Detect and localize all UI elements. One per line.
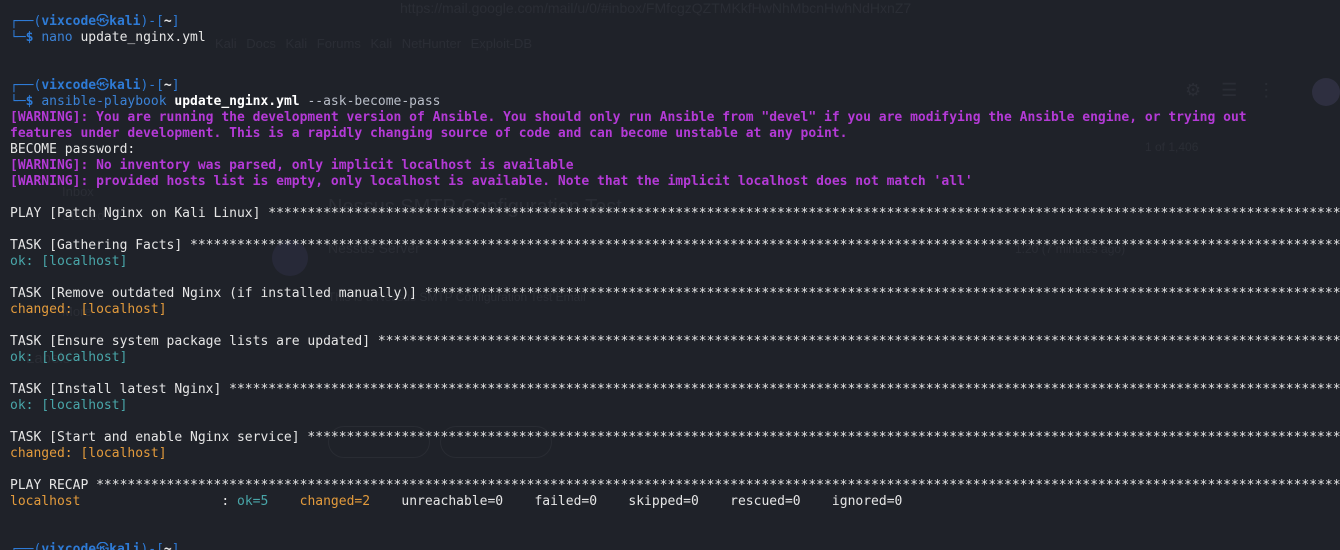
recap-host: localhost: [10, 494, 81, 509]
task-result: ok: [localhost]: [10, 398, 128, 413]
prompt-path: ~: [163, 78, 172, 93]
task-result: ok: [localhost]: [10, 350, 128, 365]
recap-rescued: rescued=0: [730, 494, 801, 509]
command-line[interactable]: └─$ ansible-playbook update_nginx.yml --…: [10, 94, 1340, 110]
prompt-line: ┌──(vixcode㉿kali)-[~]: [10, 542, 1340, 550]
recap-unreachable: unreachable=0: [401, 494, 504, 509]
play-header: PLAY [Patch Nginx on Kali Linux] *******…: [10, 206, 1340, 221]
warning-text: : provided hosts list is empty, only loc…: [80, 174, 973, 189]
become-prompt: BECOME password:: [10, 142, 136, 157]
prompt-line: ┌──(vixcode㉿kali)-[~]: [10, 14, 180, 29]
warning-tag: [WARNING]: [10, 158, 81, 173]
warning-line: features under development. This is a ra…: [10, 126, 1340, 142]
prompt-at-symbol: ㉿: [96, 542, 110, 550]
prompt-host: kali: [109, 78, 141, 93]
prompt-at-symbol: ㉿: [96, 78, 110, 93]
command-name: nano: [41, 30, 73, 45]
warning-line: [WARNING]: provided hosts list is empty,…: [10, 174, 1340, 190]
task-header: TASK [Ensure system package lists are up…: [10, 334, 1340, 349]
prompt-dollar: $: [25, 30, 34, 45]
prompt-user: vixcode: [41, 78, 97, 93]
recap-ok: ok=5: [237, 494, 269, 509]
command-line[interactable]: └─$ nano update_nginx.yml: [10, 30, 1340, 46]
command-arg: update_nginx.yml: [80, 30, 206, 45]
prompt-user: vixcode: [41, 542, 97, 550]
task-header: TASK [Install latest Nginx] ************…: [10, 382, 1340, 397]
warning-text: : You are running the development versio…: [80, 110, 1247, 125]
command-name: ansible-playbook: [41, 94, 167, 109]
warning-tag: [WARNING]: [10, 110, 81, 125]
recap-line: localhost : ok=5 changed=2 unreachable=0…: [10, 494, 903, 509]
recap-changed: changed=2: [299, 494, 371, 509]
terminal-window[interactable]: ┌──(vixcode㉿kali)-[~] └─$ nano update_ng…: [10, 14, 1340, 550]
prompt-path: ~: [163, 542, 172, 550]
warning-line: [WARNING]: You are running the developme…: [10, 110, 1340, 126]
recap-skipped: skipped=0: [628, 494, 699, 509]
warning-tag: [WARNING]: [10, 174, 81, 189]
recap-header: PLAY RECAP *****************************…: [10, 478, 1340, 493]
command-arg: update_nginx.yml: [174, 94, 300, 109]
prompt-user: vixcode: [41, 14, 97, 29]
task-result: changed: [localhost]: [10, 302, 167, 317]
prompt-host: kali: [109, 14, 141, 29]
prompt-line: ┌──(vixcode㉿kali)-[~]: [10, 78, 180, 93]
command-option: --ask-become-pass: [307, 94, 441, 109]
task-header: TASK [Gathering Facts] *****************…: [10, 238, 1340, 253]
recap-failed: failed=0: [534, 494, 598, 509]
warning-text: features under development. This is a ra…: [10, 126, 848, 141]
prompt-at-symbol: ㉿: [96, 14, 110, 29]
task-header: TASK [Remove outdated Nginx (if installe…: [10, 286, 1340, 301]
task-result: changed: [localhost]: [10, 446, 167, 461]
warning-text: : No inventory was parsed, only implicit…: [80, 158, 574, 173]
task-result: ok: [localhost]: [10, 254, 128, 269]
recap-ignored: ignored=0: [831, 494, 903, 509]
prompt-path: ~: [163, 14, 172, 29]
prompt-host: kali: [109, 542, 141, 550]
warning-line: [WARNING]: No inventory was parsed, only…: [10, 158, 1340, 174]
prompt-dollar: $: [25, 94, 34, 109]
task-header: TASK [Start and enable Nginx service] **…: [10, 430, 1340, 445]
